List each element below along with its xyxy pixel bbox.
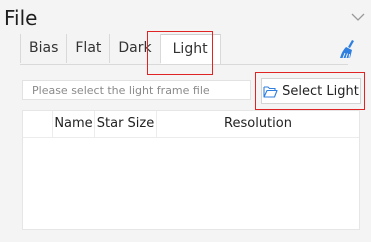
column-header-resolution[interactable]: Resolution xyxy=(157,111,359,137)
table-header: Name Star Size Resolution xyxy=(23,111,359,138)
broom-icon[interactable] xyxy=(337,38,359,60)
panel-title: File xyxy=(4,6,38,30)
tab-light-highlight xyxy=(147,31,213,75)
column-header-star-size[interactable]: Star Size xyxy=(95,111,157,137)
tab-flat[interactable]: Flat xyxy=(67,34,111,63)
select-light-highlight xyxy=(255,72,365,110)
tab-bias[interactable]: Bias xyxy=(20,34,68,63)
light-frame-path-input[interactable] xyxy=(22,80,251,100)
chevron-down-icon[interactable] xyxy=(351,12,365,22)
light-frames-table: Name Star Size Resolution xyxy=(22,110,360,230)
column-header-index[interactable] xyxy=(23,111,53,137)
column-header-name[interactable]: Name xyxy=(53,111,95,137)
